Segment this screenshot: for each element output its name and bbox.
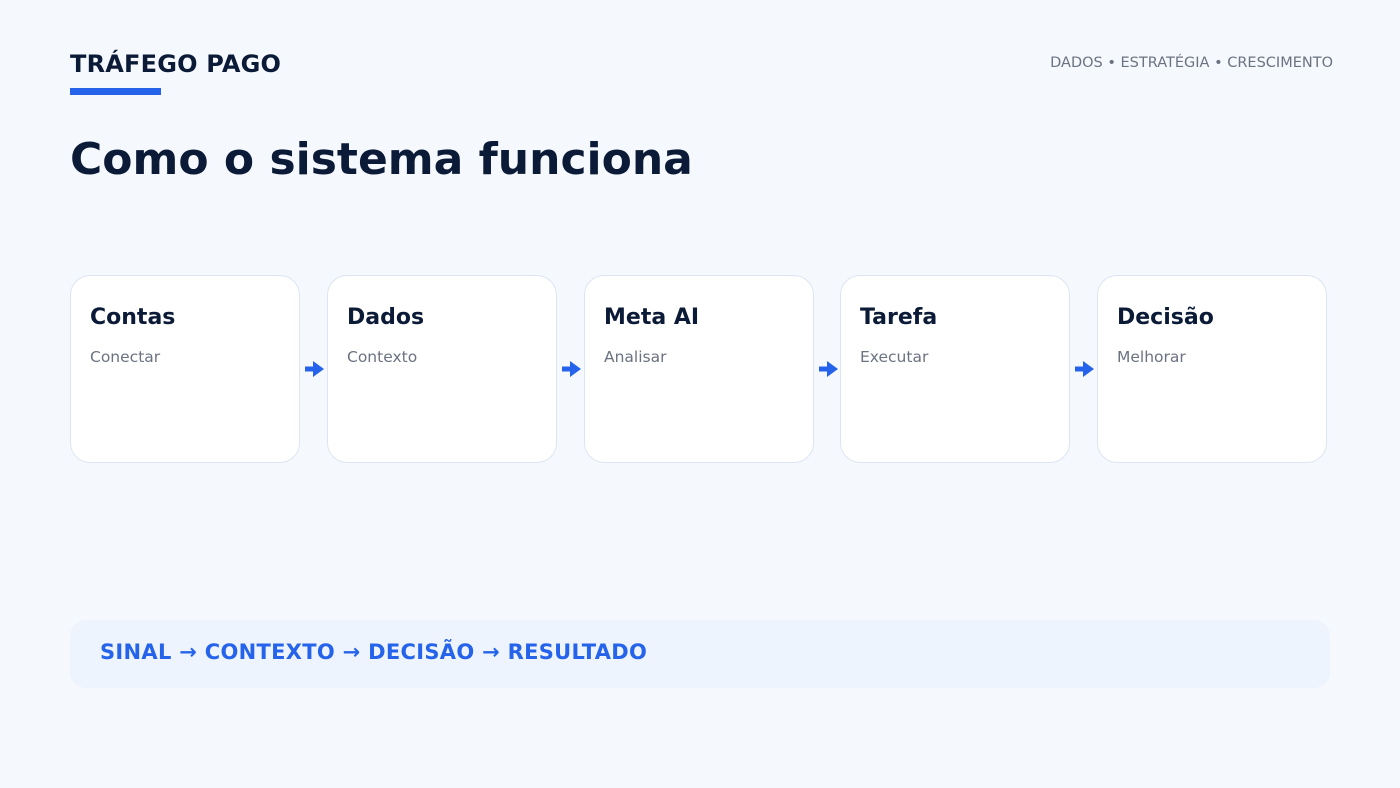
step-card-contas: Contas Conectar <box>70 275 300 463</box>
step-subtitle: Analisar <box>604 348 667 366</box>
step-title: Meta AI <box>604 305 700 330</box>
arrow-right-icon <box>562 361 581 377</box>
step-subtitle: Melhorar <box>1117 348 1186 366</box>
process-flow: Contas Conectar Dados Contexto Meta AI A… <box>70 275 1330 465</box>
page-title: Como o sistema funciona <box>70 134 693 185</box>
step-subtitle: Executar <box>860 348 929 366</box>
step-title: Dados <box>347 305 425 330</box>
arrow-right-icon <box>819 361 838 377</box>
step-title: Tarefa <box>860 305 938 330</box>
arrow-right-icon <box>305 361 324 377</box>
step-subtitle: Conectar <box>90 348 161 366</box>
step-card-meta-ai: Meta AI Analisar <box>584 275 814 463</box>
step-subtitle: Contexto <box>347 348 418 366</box>
brand-underline <box>70 88 161 95</box>
step-card-tarefa: Tarefa Executar <box>840 275 1070 463</box>
step-card-dados: Dados Contexto <box>327 275 557 463</box>
step-title: Decisão <box>1117 305 1214 330</box>
step-card-decisao: Decisão Melhorar <box>1097 275 1327 463</box>
step-title: Contas <box>90 305 176 330</box>
arrow-right-icon <box>1075 361 1094 377</box>
header-tagline: DADOS • ESTRATÉGIA • CRESCIMENTO <box>1050 55 1333 71</box>
summary-bar: SINAL → CONTEXTO → DECISÃO → RESULTADO <box>70 620 1330 688</box>
brand-title: TRÁFEGO PAGO <box>70 50 282 78</box>
summary-text: SINAL → CONTEXTO → DECISÃO → RESULTADO <box>100 640 648 664</box>
